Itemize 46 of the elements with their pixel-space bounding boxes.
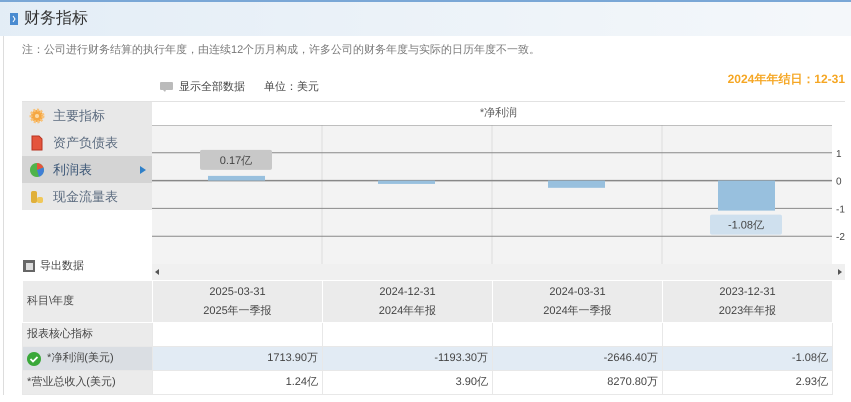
- coins-icon: [29, 188, 45, 204]
- row-label-cell: *营业总收入(美元): [22, 370, 152, 394]
- table-cell: 3.90亿: [322, 370, 492, 394]
- table-cell: 8270.80万: [492, 370, 662, 394]
- axis-tick-label: 0: [836, 176, 842, 188]
- bar: [208, 176, 265, 181]
- chart-title: *净利润: [480, 106, 518, 122]
- table-header-cell: 2024-12-31 2024年年报: [322, 280, 492, 322]
- bar: [548, 180, 605, 188]
- comment-icon: [160, 82, 173, 92]
- bar: [718, 180, 775, 211]
- document-icon: [29, 134, 45, 150]
- fiscal-year-end: 2024年年结日：12-31: [728, 71, 845, 88]
- table-header-cell: 科目\年度: [22, 280, 152, 322]
- section-title: 财务指标: [24, 8, 88, 29]
- sidebar-item[interactable]: 主要指标: [22, 102, 152, 129]
- axis-tick-label: -1: [836, 204, 845, 216]
- sidebar-item[interactable]: 利润表: [22, 156, 152, 183]
- pie-chart-icon: [29, 162, 45, 178]
- axis-tick-label: 1: [836, 148, 842, 160]
- check-icon: [27, 352, 41, 366]
- sidebar-item[interactable]: 资产负债表: [22, 129, 152, 156]
- horizontal-scrollbar[interactable]: [152, 264, 845, 280]
- unit-label: 单位：美元: [264, 80, 319, 94]
- table-header-cell: 2023-12-31 2023年年报: [662, 280, 832, 322]
- bar: [378, 180, 435, 184]
- table-cell: 1.24亿: [152, 370, 322, 394]
- data-label: -1.08亿: [728, 220, 764, 232]
- export-data-button[interactable]: 导出数据: [22, 258, 152, 274]
- table-header-cell: 2025-03-31 2025年一季报: [152, 280, 322, 322]
- value-tooltip: 0.17亿: [200, 150, 272, 170]
- value-tooltip: -1.08亿: [710, 214, 782, 235]
- row-label-cell: 报表核心指标: [22, 322, 152, 346]
- scroll-right-icon[interactable]: [838, 269, 842, 275]
- chevron-icon: [10, 13, 18, 25]
- row-label-cell: *净利润(美元): [22, 346, 152, 370]
- note-text: 注：公司进行财务结算的执行年度，由连续12个历月构成，许多公司的财务年度与实际的日历年度不一致。: [22, 42, 540, 58]
- sidebar-item[interactable]: 现金流量表: [22, 183, 152, 210]
- table-cell: 2.93亿: [662, 370, 832, 394]
- axis-tick-label: -2: [836, 232, 845, 244]
- gear-icon: [29, 108, 45, 124]
- show-all-data-toggle[interactable]: 显示全部数据: [160, 78, 245, 95]
- table-header-cell: 2024-03-31 2024年一季报: [492, 280, 662, 322]
- scroll-left-icon[interactable]: [155, 269, 159, 275]
- data-label: 0.17亿: [220, 154, 252, 167]
- selected-arrow-icon: [140, 166, 146, 174]
